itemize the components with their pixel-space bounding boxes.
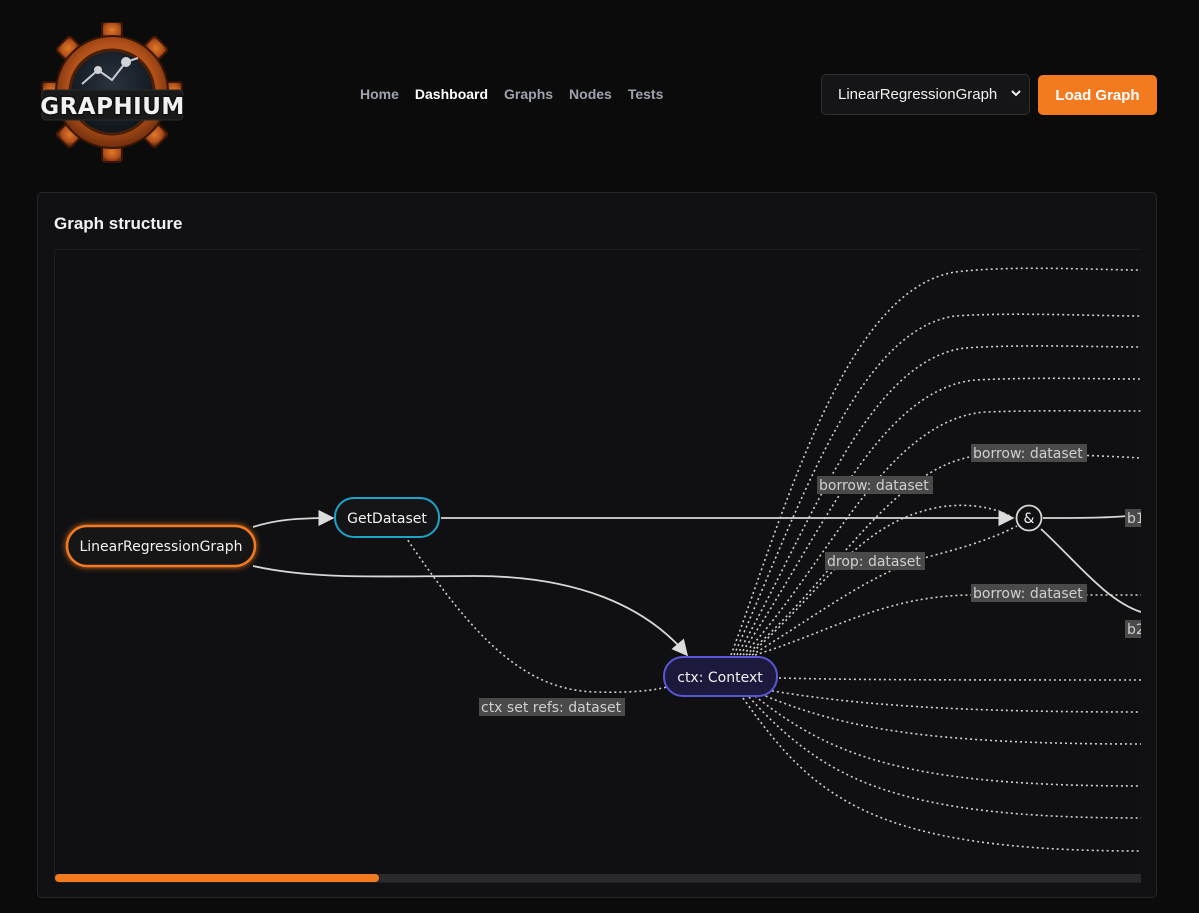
edge-fan-down-1 (778, 677, 1141, 681)
edge-root-to-context (252, 565, 689, 657)
edge-label-ctx-set-refs: ctx set refs: dataset (479, 698, 625, 716)
graph-structure-panel: Graph structure ctx set refs: dataset bo… (37, 192, 1157, 898)
load-graph-button[interactable]: Load Graph (1038, 75, 1157, 115)
nav-home[interactable]: Home (360, 86, 399, 102)
svg-text:borrow: dataset: borrow: dataset (973, 446, 1083, 462)
svg-text:GetDataset: GetDataset (347, 511, 427, 527)
edge-fan-up-2 (733, 313, 1141, 656)
graphium-logo: GRAPHIUM (40, 22, 185, 163)
panel-title: Graph structure (54, 214, 183, 233)
logo-wordmark: GRAPHIUM (40, 94, 185, 120)
svg-text:borrow: dataset: borrow: dataset (973, 586, 1083, 602)
edge-fan-down-4 (754, 695, 1141, 787)
edge-label-borrow-3: borrow: dataset (971, 584, 1087, 602)
node-linear-regression-graph[interactable]: LinearRegressionGraph (65, 524, 257, 568)
main-nav: Home Dashboard Graphs Nodes Tests (360, 86, 663, 102)
edge-borrow-to-b1 (1042, 515, 1128, 519)
svg-text:b2: b2 (1127, 622, 1141, 638)
node-get-dataset[interactable]: GetDataset (334, 497, 440, 538)
svg-text:ctx set refs: dataset: ctx set refs: dataset (481, 700, 622, 716)
nav-dashboard[interactable]: Dashboard (415, 86, 488, 102)
edge-fan-up-9 (754, 594, 1141, 656)
svg-text:b1: b1 (1127, 511, 1141, 527)
nav-tests[interactable]: Tests (628, 86, 664, 102)
graph-select-value: LinearRegressionGraph (838, 86, 998, 103)
context-fan-down (742, 677, 1141, 852)
svg-text:&: & (1024, 511, 1035, 527)
edge-fan-down-3 (760, 693, 1141, 745)
edge-fan-up-6 (745, 453, 1141, 656)
scrollbar-thumb[interactable] (55, 874, 379, 882)
graph-select[interactable]: LinearRegressionGraph (821, 74, 1030, 115)
svg-text:LinearRegressionGraph: LinearRegressionGraph (79, 539, 242, 555)
graph-svg: ctx set refs: dataset borrow: dataset bo… (65, 267, 1141, 852)
edge-fan-up-7 (748, 504, 1014, 656)
edge-label-drop: drop: dataset (825, 552, 925, 570)
edge-fan-down-5 (748, 696, 1141, 819)
edge-getdataset-to-context (404, 535, 668, 693)
nav-nodes[interactable]: Nodes (569, 86, 612, 102)
edge-fan-down-2 (766, 689, 1141, 713)
horizontal-scrollbar[interactable] (55, 874, 1141, 882)
edge-root-to-getdataset (252, 509, 335, 528)
svg-text:ctx: Context: ctx: Context (677, 670, 763, 686)
node-context[interactable]: ctx: Context (663, 656, 778, 697)
edge-label-borrow-1: borrow: dataset (817, 476, 933, 494)
svg-text:borrow: dataset: borrow: dataset (819, 478, 929, 494)
node-b1[interactable]: b1 (1125, 509, 1141, 527)
chevron-down-icon (1011, 90, 1021, 97)
edge-fan-up-4 (739, 377, 1141, 656)
graph-canvas[interactable]: ctx set refs: dataset borrow: dataset bo… (54, 249, 1141, 883)
edge-fan-up-3 (736, 345, 1141, 656)
node-b2[interactable]: b2 (1125, 620, 1141, 638)
svg-text:drop: dataset: drop: dataset (827, 554, 921, 570)
nav-graphs[interactable]: Graphs (504, 86, 553, 102)
node-borrow-op[interactable]: & (1015, 504, 1043, 532)
edge-label-borrow-2: borrow: dataset (971, 444, 1087, 462)
